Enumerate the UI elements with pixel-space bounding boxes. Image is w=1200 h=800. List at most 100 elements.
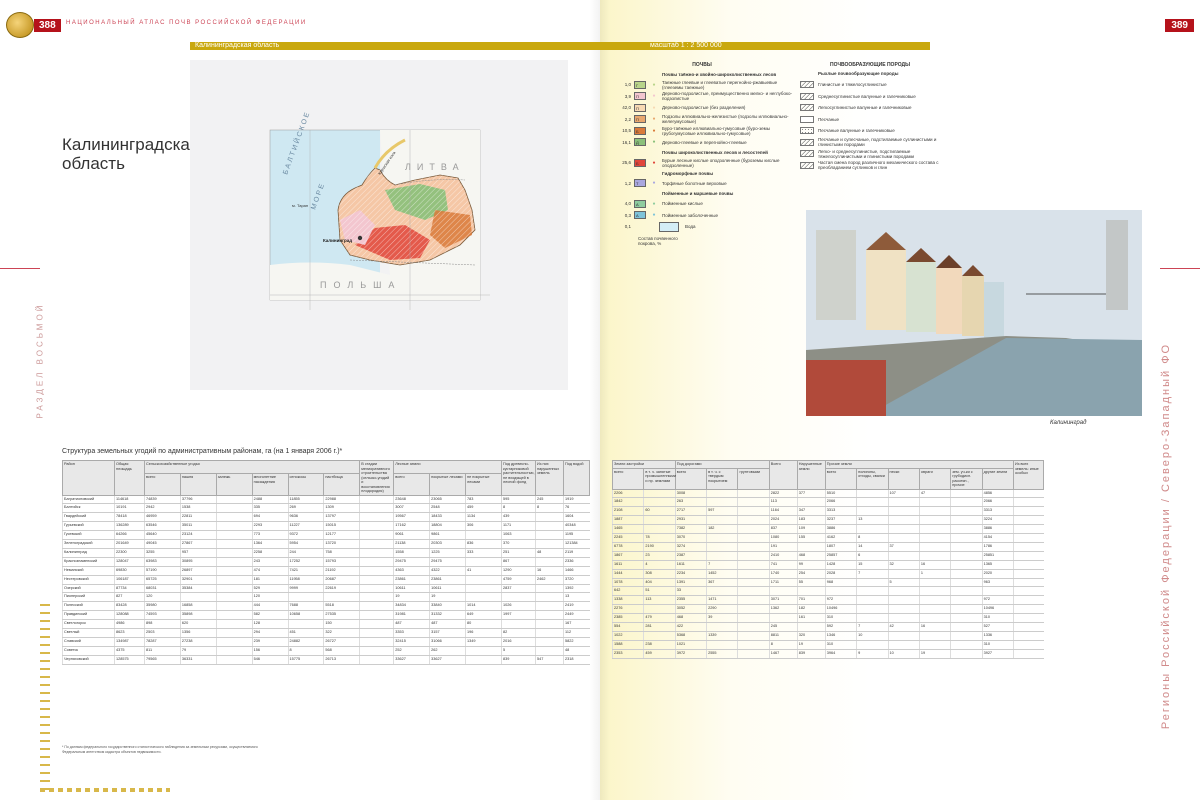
left-table-cell bbox=[287, 619, 324, 630]
col-roads-paved: в т. ч. с твердым покрытием bbox=[706, 467, 739, 490]
right-table-cell bbox=[768, 586, 798, 597]
left-table-cell: 487 bbox=[393, 619, 430, 630]
table-row: Правдинский 128088 74593 35898 582 10658 27535… bbox=[62, 610, 590, 621]
decorative-squares bbox=[40, 600, 50, 790]
col-disturbed-lands: Нарушенные земли bbox=[796, 460, 826, 490]
right-table-cell bbox=[706, 533, 738, 543]
right-table-cell bbox=[1013, 506, 1044, 517]
right-table-cell: 1022 bbox=[611, 631, 644, 641]
right-table-cell bbox=[887, 524, 920, 535]
right-table-cell bbox=[856, 506, 889, 517]
right-table-cell: 972 bbox=[981, 595, 1014, 606]
col-ravines: овраги bbox=[918, 467, 952, 490]
group-forest: Лесные земли bbox=[393, 459, 502, 475]
group-agri: Сельскохозяйственные угодья bbox=[143, 459, 361, 475]
right-table-cell bbox=[737, 640, 770, 650]
right-table-cell: 1336 bbox=[981, 631, 1014, 641]
left-table-cell: Гвардейский bbox=[62, 512, 115, 523]
rock-description: Легкосуглинистые валунные и галечниковые bbox=[818, 105, 912, 111]
left-table-cell bbox=[215, 601, 253, 612]
right-table-cell: 2555 bbox=[706, 649, 738, 659]
right-table-cell bbox=[737, 578, 770, 588]
right-table-cell bbox=[918, 595, 951, 606]
left-table-cell: 3353 bbox=[393, 628, 430, 638]
right-table-cell: 19 bbox=[796, 640, 826, 650]
left-table-cell: 19 bbox=[393, 592, 430, 603]
left-table-cell: 620 bbox=[179, 619, 217, 630]
soil-description: Пойменные кислые bbox=[662, 201, 703, 207]
group-other: Прочие земли bbox=[824, 460, 1015, 469]
right-table-cell bbox=[737, 613, 770, 624]
right-table-cell: 6778 bbox=[611, 542, 644, 552]
right-table-cell bbox=[1013, 488, 1044, 499]
right-table-cell bbox=[856, 613, 889, 624]
left-table-cell: 26897 bbox=[179, 566, 217, 576]
right-table-cell bbox=[796, 586, 826, 597]
right-table-cell: 1078 bbox=[611, 578, 644, 588]
left-table-cell: 49045 bbox=[144, 539, 181, 549]
right-table-cell: 182 bbox=[706, 524, 738, 535]
right-table-cell: 6 bbox=[856, 551, 889, 561]
right-table-cell bbox=[706, 622, 738, 632]
right-table-cell: 2276 bbox=[611, 604, 644, 615]
left-table-cell bbox=[359, 619, 394, 630]
left-table-cell: 1171 bbox=[501, 521, 536, 532]
right-table-cell bbox=[856, 524, 889, 535]
right-table-cell: 308 bbox=[643, 569, 676, 579]
left-table-cell: 7688 bbox=[287, 601, 324, 612]
left-table-cell: 7421 bbox=[287, 566, 324, 576]
right-table-cell bbox=[706, 515, 738, 526]
table-row: Багратионовский 114618 74839 37796 2488 11855… bbox=[62, 494, 590, 505]
table-row: Зеленоградский 201649 49045 27867 1364 5954 13… bbox=[62, 539, 590, 549]
right-table-cell: 155 bbox=[796, 533, 826, 543]
right-table-cell bbox=[1013, 497, 1044, 508]
right-table-cell: 1740 bbox=[768, 569, 798, 579]
left-table-cell: Черняховский bbox=[62, 655, 115, 665]
left-table-cell: 8 bbox=[501, 503, 536, 514]
left-table-cell: 68031 bbox=[144, 584, 181, 594]
left-table-cell bbox=[501, 619, 536, 630]
left-table-cell bbox=[359, 557, 394, 567]
rock-legend-title: ПОЧВООБРАЗУЮЩИЕ ПОРОДЫ bbox=[829, 62, 910, 68]
left-table-cell: 4363 bbox=[393, 566, 430, 576]
left-table-cell: 196 bbox=[465, 628, 502, 638]
left-table-cell: 26713 bbox=[323, 655, 360, 665]
left-table-cell: 582 bbox=[251, 610, 288, 621]
right-table-cell bbox=[737, 569, 770, 579]
table-row: 1842 263 113 2066 2066 bbox=[611, 497, 1044, 508]
left-table-cell: 4322 bbox=[429, 566, 466, 576]
left-table-cell: 63983 bbox=[144, 557, 181, 567]
left-table-cell: 74839 bbox=[144, 494, 181, 505]
soil-swatch: Б bbox=[634, 126, 646, 135]
left-table-cell: 269 bbox=[287, 503, 324, 514]
right-table-cell: 2353 bbox=[611, 649, 644, 659]
right-table-cell bbox=[1013, 524, 1044, 535]
right-table-cell bbox=[887, 569, 920, 579]
right-table-cell: 1365 bbox=[981, 560, 1014, 570]
map-city-marker bbox=[357, 235, 363, 241]
left-table-cell bbox=[359, 566, 394, 576]
rock-pattern-swatch bbox=[800, 81, 814, 89]
left-table-cell: 114618 bbox=[114, 494, 145, 505]
left-table-cell bbox=[535, 584, 564, 594]
col-coarse: зем. уч-ки с грубодисп. рассеян., прочие bbox=[950, 467, 983, 490]
left-table-cell: 31981 bbox=[393, 610, 430, 621]
water-swatch bbox=[659, 221, 679, 232]
left-table-cell: 121384 bbox=[563, 539, 590, 549]
left-table-cell: 758 bbox=[323, 548, 360, 558]
left-table-cell: 34834 bbox=[393, 601, 430, 612]
left-table-cell: 57190 bbox=[144, 566, 181, 576]
right-table-cell: 741 bbox=[768, 560, 798, 570]
right-table-cell bbox=[887, 613, 920, 624]
soil-marker-icon: ● bbox=[652, 180, 656, 187]
soil-legend-row: 25,6 Б ● Бурые лесные кислые оподзоленные (… bbox=[612, 157, 792, 169]
left-table-cell bbox=[465, 646, 502, 656]
rock-pattern-swatch bbox=[800, 104, 814, 112]
right-table-cell bbox=[737, 586, 770, 597]
left-table-cell: 244 bbox=[287, 548, 324, 558]
left-table-cell: Гурьевский bbox=[62, 521, 115, 532]
soil-description: Дерново-глеевые и перегнойно-глеевые bbox=[662, 139, 747, 145]
left-table-cell: 33627 bbox=[429, 655, 466, 665]
left-table-cell bbox=[359, 548, 394, 558]
right-table-cell bbox=[918, 515, 951, 526]
